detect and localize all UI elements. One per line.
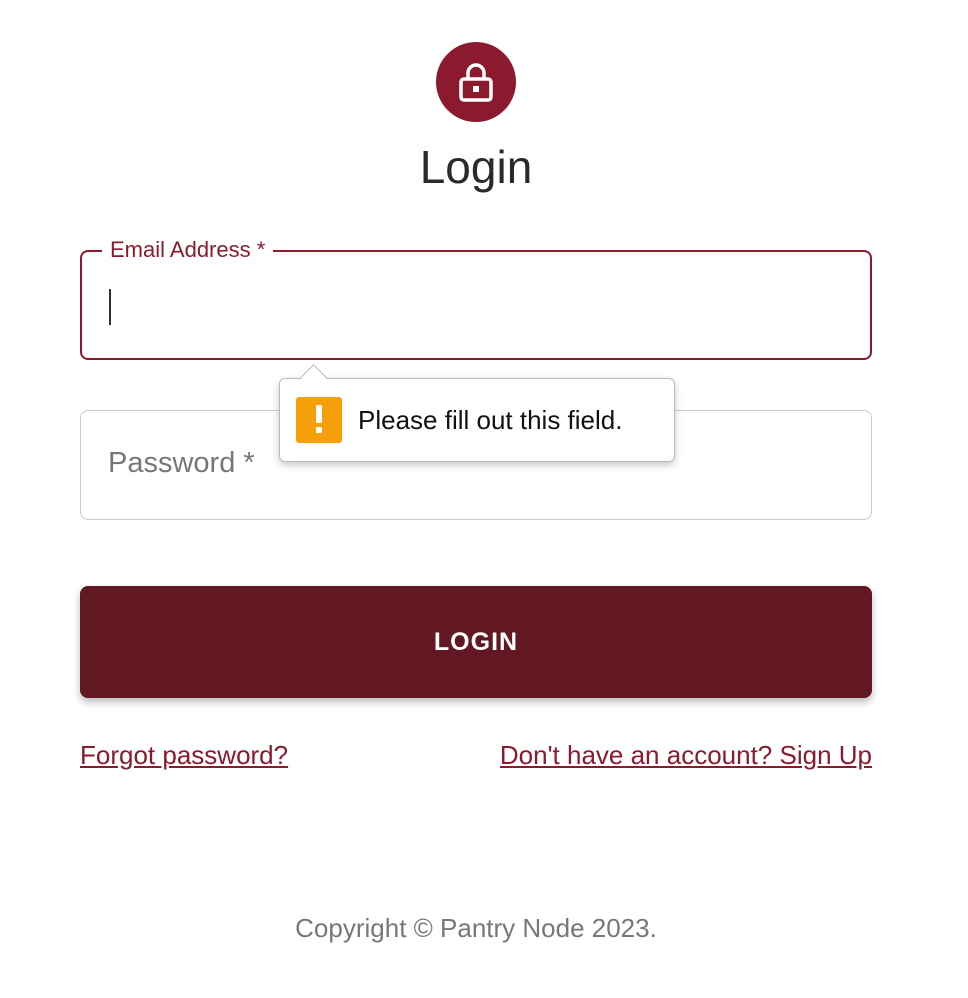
avatar (436, 42, 516, 122)
sign-up-link[interactable]: Don't have an account? Sign Up (500, 740, 872, 771)
tooltip-arrow (300, 364, 327, 391)
forgot-password-link[interactable]: Forgot password? (80, 740, 288, 771)
text-caret (109, 289, 111, 325)
login-button[interactable]: LOGIN (80, 586, 872, 698)
password-placeholder: Password * (108, 447, 255, 479)
validation-message: Please fill out this field. (358, 404, 623, 435)
email-field[interactable]: Email Address * (80, 237, 872, 360)
warning-icon (296, 397, 342, 443)
email-label: Email Address * (102, 237, 274, 263)
lock-icon (459, 63, 493, 102)
validation-tooltip: Please fill out this field. (279, 364, 675, 462)
copyright-text: Copyright © Pantry Node 2023. (295, 913, 657, 943)
page-title: Login (419, 141, 533, 193)
